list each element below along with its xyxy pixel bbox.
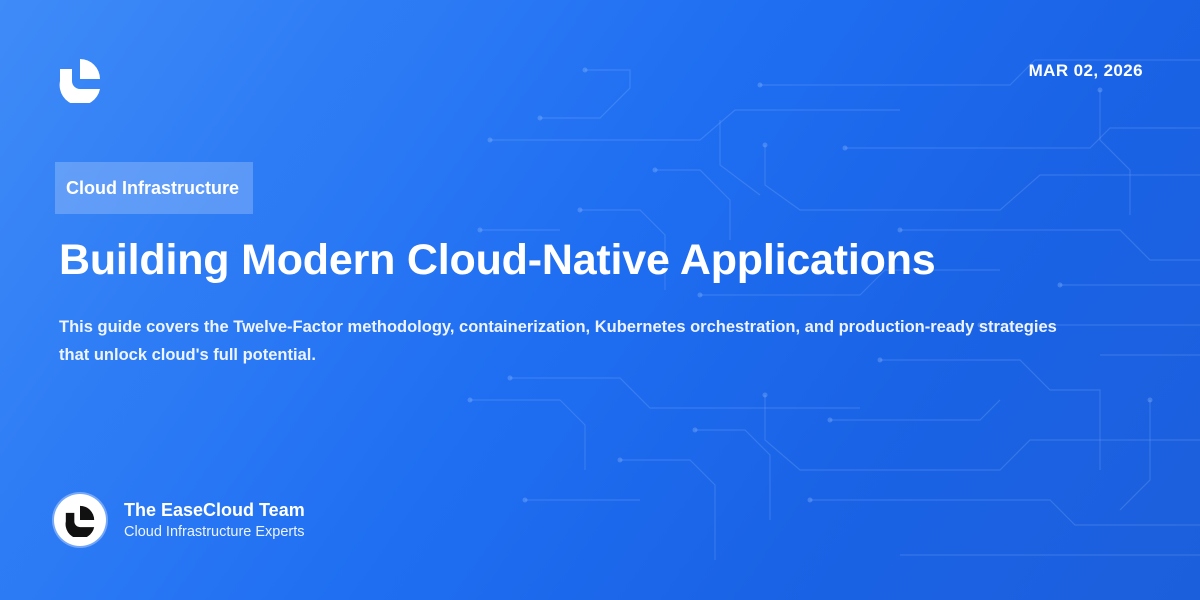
article-title: Building Modern Cloud-Native Application… <box>59 236 936 284</box>
social-card: MAR 02, 2026 Cloud Infrastructure Buildi… <box>0 0 1200 600</box>
author-text: The EaseCloud Team Cloud Infrastructure … <box>124 498 305 542</box>
article-description: This guide covers the Twelve-Factor meth… <box>59 318 1057 364</box>
author-role: Cloud Infrastructure Experts <box>124 524 305 540</box>
easecloud-logo-icon <box>65 505 95 537</box>
publish-date: MAR 02, 2026 <box>1028 61 1143 80</box>
easecloud-logo-icon <box>59 59 100 103</box>
author-name: The EaseCloud Team <box>124 500 305 520</box>
author-avatar <box>54 494 106 546</box>
category-badge: Cloud Infrastructure <box>55 162 254 214</box>
author-block: The EaseCloud Team Cloud Infrastructure … <box>54 494 305 546</box>
